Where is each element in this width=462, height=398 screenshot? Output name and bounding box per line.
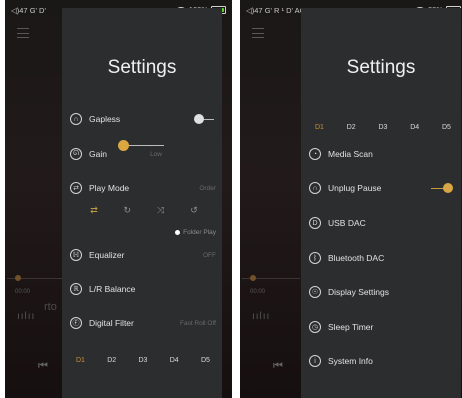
headphone-icon: ∩ [309, 182, 321, 194]
settings-screen-left: ◁)47 G' D' 100% 00:00 ıılıı rto ⏮ Settin… [5, 0, 232, 398]
preset-tab-d2[interactable]: D2 [347, 124, 356, 131]
play-mode-options: ⇄ ↻ ⤨ ↺ [84, 205, 204, 216]
setting-label: System Info [328, 356, 373, 366]
waveform-icon: ıılıı [252, 311, 271, 322]
preset-tab-d5[interactable]: D5 [201, 357, 210, 364]
previous-track-icon: ⏮ [273, 360, 283, 372]
shuffle-icon[interactable]: ⤨ [151, 205, 171, 216]
setting-label: Bluetooth DAC [328, 253, 385, 263]
settings-panel: Settings ∩ Gapless ᘏ Gain Low ⇄ Play Mod… [62, 8, 222, 398]
background-track-text: rto [44, 301, 57, 313]
setting-unplug-pause[interactable]: ∩ Unplug Pause [309, 178, 455, 198]
digital-filter-value: Fast Roll Off [179, 319, 216, 327]
filter-icon: Ⓕ [70, 317, 82, 329]
setting-label: Gapless [89, 114, 121, 124]
gain-icon: ᘏ [70, 148, 82, 160]
preset-tab-d4[interactable]: D4 [410, 124, 419, 131]
page-title: Settings [346, 57, 416, 78]
setting-label: Play Mode [89, 183, 130, 193]
preset-tab-d1[interactable]: D1 [315, 124, 324, 131]
setting-label: L/R Balance [89, 284, 136, 294]
preset-tab-d1[interactable]: D1 [76, 357, 85, 364]
preset-tabs: D1 D2 D3 D4 D5 [315, 124, 451, 131]
repeat-all-icon[interactable]: ↻ [117, 205, 137, 216]
play-mode-icon: ⇄ [70, 182, 82, 194]
background-progress-knob [15, 275, 21, 281]
menu-icon[interactable] [17, 28, 29, 38]
usb-dac-icon: D [309, 217, 321, 229]
display-icon: ☉ [309, 286, 321, 298]
folder-play-radio[interactable] [175, 230, 181, 235]
setting-equalizer[interactable]: ℍ Equalizer OFF [70, 245, 216, 265]
info-icon: i [309, 355, 321, 367]
setting-label: Unplug Pause [328, 183, 382, 193]
setting-media-scan[interactable]: ◔ Media Scan [309, 144, 455, 164]
setting-label: Gain [89, 149, 107, 159]
setting-sleep-timer[interactable]: ◷ Sleep Timer [309, 317, 455, 337]
setting-digital-filter[interactable]: Ⓕ Digital Filter Fast Roll Off [70, 313, 216, 333]
setting-label: USB DAC [328, 218, 366, 228]
gapless-icon: ∩ [70, 113, 82, 125]
setting-label: Digital Filter [89, 318, 134, 328]
clock-icon: ◷ [309, 321, 321, 333]
setting-label: Media Scan [328, 149, 373, 159]
settings-screen-right: ◁)47 G' R ¹ D' ACG 23% 00:00 ıılıı ⏮ Set… [240, 0, 462, 398]
gain-slider-knob[interactable] [118, 140, 129, 151]
bluetooth-icon: ᛒ [309, 252, 321, 264]
equalizer-value: OFF [203, 251, 216, 259]
page-title: Settings [107, 57, 177, 78]
gapless-toggle[interactable] [194, 114, 214, 124]
gain-slider[interactable] [118, 139, 164, 151]
setting-play-mode[interactable]: ⇄ Play Mode Order [70, 178, 216, 198]
preset-tab-d5[interactable]: D5 [442, 124, 451, 131]
setting-label: Equalizer [89, 250, 125, 260]
repeat-one-icon[interactable]: ↺ [184, 205, 204, 216]
preset-tabs: D1 D2 D3 D4 D5 [76, 357, 210, 364]
balance-icon: ℝ [70, 283, 82, 295]
waveform-icon: ıılıı [17, 311, 36, 322]
setting-bluetooth-dac[interactable]: ᛒ Bluetooth DAC [309, 248, 455, 268]
preset-tab-d4[interactable]: D4 [170, 357, 179, 364]
status-indicators: ◁)47 G' D' [11, 6, 46, 15]
equalizer-icon: ℍ [70, 249, 82, 261]
background-progress-knob [250, 275, 256, 281]
setting-label: Display Settings [328, 287, 389, 297]
folder-play-option[interactable]: Folder Play [175, 229, 216, 236]
gain-value: Low [150, 150, 162, 158]
order-play-icon[interactable]: ⇄ [84, 205, 104, 216]
background-time: 00:00 [250, 289, 266, 295]
setting-system-info[interactable]: i System Info [309, 351, 455, 371]
setting-usb-dac[interactable]: D USB DAC [309, 213, 455, 233]
previous-track-icon: ⏮ [38, 360, 48, 372]
play-mode-value: Order [199, 184, 216, 192]
folder-play-label: Folder Play [183, 229, 216, 236]
unplug-pause-toggle[interactable] [431, 183, 453, 193]
setting-gapless[interactable]: ∩ Gapless [70, 109, 216, 129]
preset-tab-d2[interactable]: D2 [107, 357, 116, 364]
media-scan-icon: ◔ [309, 148, 321, 160]
preset-tab-d3[interactable]: D3 [379, 124, 388, 131]
setting-display-settings[interactable]: ☉ Display Settings [309, 282, 455, 302]
settings-panel: Settings D1 D2 D3 D4 D5 ◔ Media Scan ∩ U… [301, 8, 461, 398]
preset-tab-d3[interactable]: D3 [139, 357, 148, 364]
setting-label: Sleep Timer [328, 322, 374, 332]
menu-icon[interactable] [252, 28, 264, 38]
background-time: 00:00 [15, 289, 31, 295]
setting-lr-balance[interactable]: ℝ L/R Balance [70, 279, 216, 299]
